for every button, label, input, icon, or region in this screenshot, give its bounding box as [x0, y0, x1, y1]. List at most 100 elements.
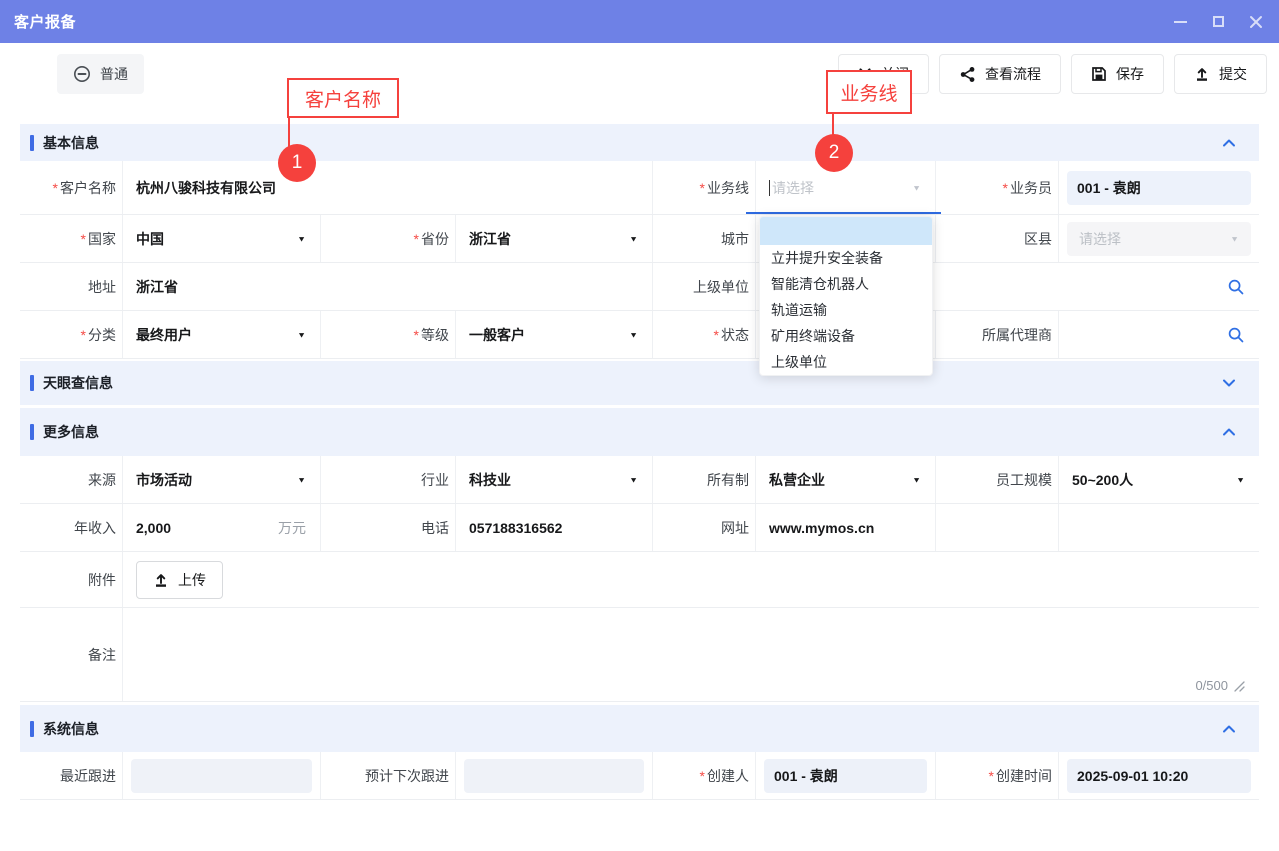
grade-label: *等级	[320, 311, 455, 358]
remark-counter: 0/500	[1195, 678, 1245, 693]
dropdown-option[interactable]: 上级单位	[760, 349, 932, 375]
dropdown-option[interactable]: 立井提升安全装备	[760, 245, 932, 271]
district-select[interactable]: 请选择▼	[1067, 222, 1251, 256]
business-line-dropdown: 立井提升安全装备 智能清仓机器人 轨道运输 矿用终端设备 上级单位	[759, 216, 933, 376]
section-title: 系统信息	[43, 719, 99, 739]
status-label: *状态	[652, 311, 755, 358]
income-unit: 万元	[278, 518, 306, 538]
submit-button[interactable]: 提交	[1174, 54, 1267, 94]
chevron-down-icon: ▼	[912, 183, 921, 192]
created-time-cell: 2025-09-01 10:20	[1058, 752, 1259, 799]
address-value[interactable]: 浙江省	[122, 263, 652, 310]
next-follow-cell	[455, 752, 652, 799]
category-cell: 最终用户▼	[122, 311, 320, 358]
district-cell: 请选择▼	[1058, 215, 1259, 262]
dropdown-option[interactable]: 智能清仓机器人	[760, 271, 932, 297]
section-header-more-info: 更多信息	[20, 408, 1259, 456]
annotation-connector	[288, 118, 290, 148]
search-icon[interactable]	[1227, 326, 1245, 344]
industry-cell: 科技业▼	[455, 456, 652, 503]
last-follow-input[interactable]	[131, 759, 312, 793]
staff-size-select[interactable]: 50~200人▼	[1059, 470, 1259, 490]
form-row-country: *国家 中国▼ *省份 浙江省▼ 城市 区县 请选择▼	[20, 215, 1259, 263]
province-cell: 浙江省▼	[455, 215, 652, 262]
form-row-income: 年收入 2,000万元 电话 057188316562 网址 www.mymos…	[20, 504, 1259, 552]
maximize-icon[interactable]	[1211, 15, 1225, 29]
type-tag[interactable]: 普通	[57, 54, 144, 94]
section-title: 更多信息	[43, 422, 99, 442]
dropdown-arrow-icon: ▼	[297, 475, 306, 484]
last-follow-label: 最近跟进	[20, 752, 122, 799]
section-header-basic-info: 基本信息	[20, 124, 1259, 161]
source-select[interactable]: 市场活动▼	[123, 470, 320, 490]
staff-size-cell: 50~200人▼	[1058, 456, 1259, 503]
website-value[interactable]: www.mymos.cn	[755, 504, 935, 551]
annual-income-cell[interactable]: 2,000万元	[122, 504, 320, 551]
search-icon[interactable]	[1227, 278, 1245, 296]
dropdown-option[interactable]: 轨道运输	[760, 297, 932, 323]
grade-cell: 一般客户▼	[455, 311, 652, 358]
dropdown-arrow-icon: ▼	[912, 475, 921, 484]
phone-value[interactable]: 057188316562	[455, 504, 652, 551]
chevron-up-icon[interactable]	[1221, 424, 1237, 440]
address-label: 地址	[20, 263, 122, 310]
window-close-icon[interactable]	[1249, 15, 1263, 29]
city-label: 城市	[652, 215, 755, 262]
website-label: 网址	[652, 504, 755, 551]
dropdown-arrow-icon: ▼	[297, 234, 306, 243]
form-row-source: 来源 市场活动▼ 行业 科技业▼ 所有制 私营企业▼ 员工规模 50~200人▼	[20, 456, 1259, 504]
province-label: *省份	[320, 215, 455, 262]
customer-report-window: 客户报备 普通 关闭 查看流程	[0, 0, 1279, 851]
section-accent-bar	[30, 375, 34, 391]
dropdown-arrow-icon: ▼	[629, 330, 638, 339]
creator-input[interactable]: 001 - 袁朗	[764, 759, 927, 793]
form-row-attachment: 附件 上传	[20, 552, 1259, 608]
section-title: 天眼查信息	[43, 373, 113, 393]
industry-label: 行业	[320, 456, 455, 503]
upload-icon	[1194, 66, 1210, 82]
grade-select[interactable]: 一般客户▼	[456, 325, 652, 345]
dropdown-arrow-icon: ▼	[1230, 234, 1239, 243]
next-follow-input[interactable]	[464, 759, 644, 793]
salesman-input[interactable]: 001 - 袁朗	[1067, 171, 1251, 205]
form-row-category: *分类 最终用户▼ *等级 一般客户▼ *状态 所属代理商	[20, 311, 1259, 359]
dropdown-arrow-icon: ▼	[629, 234, 638, 243]
resize-handle-icon[interactable]	[1233, 680, 1245, 692]
annotation-box-customer-name: 客户名称	[287, 78, 399, 118]
salesman-cell: 001 - 袁朗	[1058, 161, 1259, 214]
created-time-input[interactable]: 2025-09-01 10:20	[1067, 759, 1251, 793]
view-flow-button[interactable]: 查看流程	[939, 54, 1061, 94]
category-label: *分类	[20, 311, 122, 358]
chevron-up-icon[interactable]	[1221, 135, 1237, 151]
save-button[interactable]: 保存	[1071, 54, 1164, 94]
dropdown-option[interactable]	[760, 217, 932, 245]
customer-name-value[interactable]: 杭州八骏科技有限公司	[122, 161, 652, 214]
agent-label: 所属代理商	[935, 311, 1058, 358]
ownership-select[interactable]: 私营企业▼	[756, 470, 935, 490]
minimize-icon[interactable]	[1173, 15, 1187, 29]
section-header-tianyancha: 天眼查信息	[20, 361, 1259, 405]
chevron-up-icon[interactable]	[1221, 721, 1237, 737]
customer-form: 基本信息 *客户名称 杭州八骏科技有限公司 *业务线 请选择 ▼ *业务员 00…	[20, 124, 1259, 800]
country-select[interactable]: 中国▼	[123, 229, 320, 249]
remark-textarea[interactable]: 0/500	[122, 608, 1259, 701]
agent-cell[interactable]	[1058, 311, 1259, 358]
remark-label: 备注	[20, 608, 122, 701]
dropdown-arrow-icon: ▼	[1236, 475, 1245, 484]
staff-size-label: 员工规模	[935, 456, 1058, 503]
save-icon	[1091, 66, 1107, 82]
form-row-remark: 备注 0/500	[20, 608, 1259, 702]
industry-select[interactable]: 科技业▼	[456, 470, 652, 490]
category-select[interactable]: 最终用户▼	[123, 325, 320, 345]
window-titlebar: 客户报备	[0, 0, 1279, 43]
province-select[interactable]: 浙江省▼	[456, 229, 652, 249]
toolbar: 普通 关闭 查看流程 保存 提交	[0, 43, 1279, 113]
section-accent-bar	[30, 135, 34, 151]
dropdown-option[interactable]: 矿用终端设备	[760, 323, 932, 349]
customer-name-label: *客户名称	[20, 161, 122, 214]
business-line-label: *业务线	[652, 161, 755, 214]
upload-button[interactable]: 上传	[136, 561, 223, 599]
window-title: 客户报备	[14, 11, 76, 32]
business-line-select[interactable]: 请选择 ▼	[756, 178, 935, 198]
chevron-down-icon[interactable]	[1221, 375, 1237, 391]
